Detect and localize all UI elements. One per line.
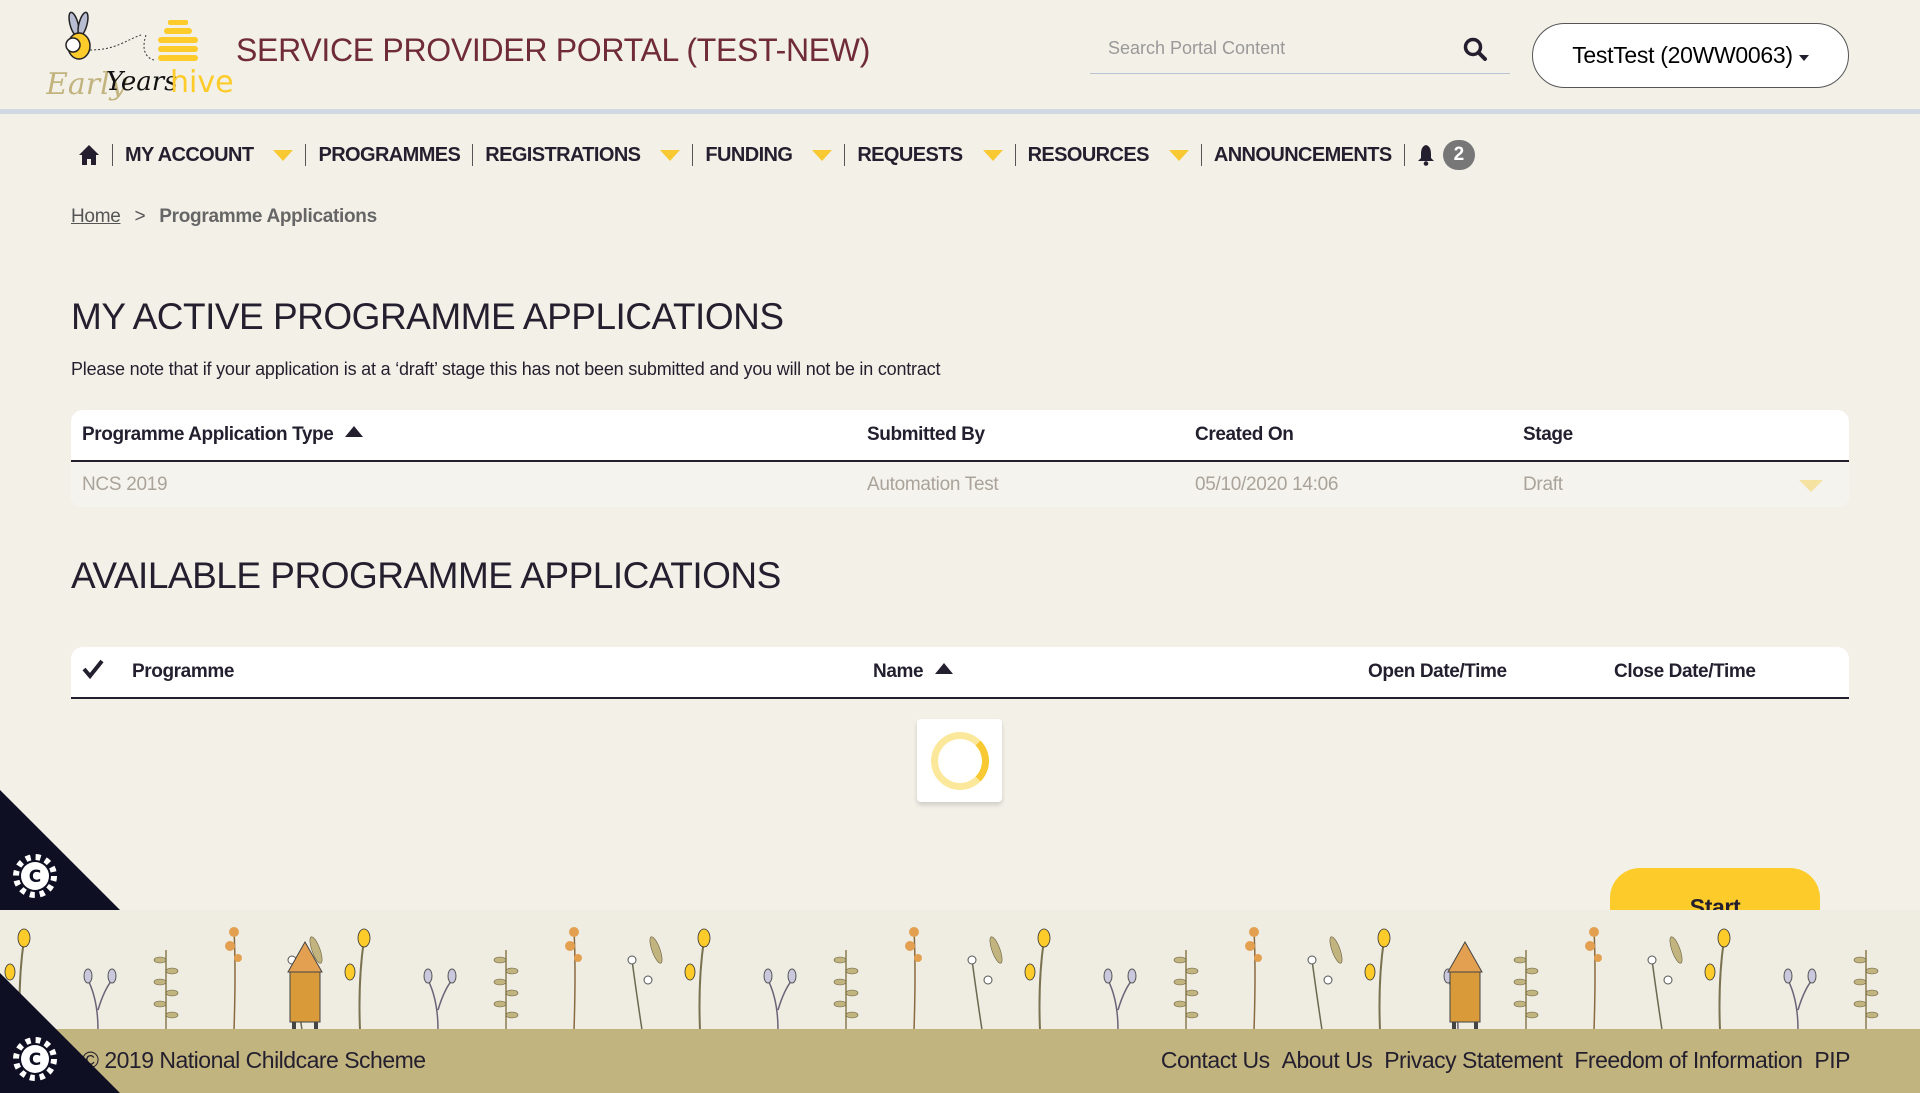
footer-link-privacy[interactable]: Privacy Statement: [1384, 1047, 1563, 1074]
svg-text:C: C: [29, 867, 41, 887]
search-box: [1090, 28, 1510, 74]
nav-label: ANNOUNCEMENTS: [1213, 143, 1392, 166]
column-header-submitted-by[interactable]: Submitted By: [867, 424, 985, 446]
search-input[interactable]: [1090, 28, 1450, 68]
accessibility-gear-icon: C: [13, 854, 57, 898]
accessibility-gear-icon: C: [13, 1037, 57, 1081]
nav-divider: [112, 144, 113, 166]
notification-badge[interactable]: 2: [1442, 140, 1475, 170]
accessibility-toggle[interactable]: C: [0, 790, 120, 910]
nav-divider: [1200, 144, 1202, 166]
row-menu-arrow-icon[interactable]: [1799, 480, 1823, 492]
site-title: SERVICE PROVIDER PORTAL (TEST-NEW): [236, 32, 871, 68]
footer-link-about[interactable]: About Us: [1282, 1047, 1373, 1074]
table-row[interactable]: NCS 2019 Automation Test 05/10/2020 14:0…: [71, 462, 1849, 507]
dropdown-arrow-icon: [812, 149, 833, 161]
active-applications-heading: MY ACTIVE PROGRAMME APPLICATIONS: [71, 296, 784, 337]
column-header-type[interactable]: Programme Application Type: [82, 424, 364, 446]
svg-text:C: C: [29, 1050, 41, 1070]
nav-divider: [472, 144, 474, 166]
header: Early Years hive SERVICE PROVIDER PORTAL…: [0, 0, 1920, 114]
nav-divider: [692, 144, 694, 166]
nav-registrations[interactable]: REGISTRATIONS: [485, 143, 681, 167]
spinner-icon: [930, 731, 989, 790]
svg-text:hive: hive: [170, 65, 234, 100]
nav-label: MY ACCOUNT: [125, 143, 254, 166]
column-header-open-date[interactable]: Open Date/Time: [1368, 661, 1507, 683]
nav-label: PROGRAMMES: [318, 143, 461, 166]
cell-type: NCS 2019: [82, 473, 168, 495]
select-all-check-icon[interactable]: [82, 659, 104, 685]
accessibility-toggle-secondary[interactable]: C: [0, 973, 120, 1093]
nav-requests[interactable]: REQUESTS: [857, 143, 1003, 167]
dropdown-arrow-icon: [660, 149, 681, 161]
draft-note: Please note that if your application is …: [71, 359, 941, 379]
nav-label: REGISTRATIONS: [485, 143, 641, 166]
copyright: © 2019 National Childcare Scheme: [82, 1047, 426, 1073]
active-applications-table: Programme Application Type Submitted By …: [71, 410, 1849, 507]
nav-label: REQUESTS: [857, 143, 963, 166]
nav-divider: [1014, 144, 1016, 166]
footer-link-contact[interactable]: Contact Us: [1161, 1047, 1270, 1074]
search-icon[interactable]: [1462, 36, 1488, 62]
nav-label: RESOURCES: [1027, 143, 1150, 166]
table-header: Programme Application Type Submitted By …: [71, 410, 1849, 462]
flower-decoration: [0, 910, 1920, 1030]
nav-my-account[interactable]: MY ACCOUNT: [125, 143, 294, 167]
nav-resources[interactable]: RESOURCES: [1028, 144, 1189, 167]
breadcrumb: Home > Programme Applications: [71, 206, 377, 228]
cell-stage: Draft: [1523, 473, 1563, 495]
column-header-stage[interactable]: Stage: [1523, 424, 1573, 446]
footer-links: Contact Us About Us Privacy Statement Fr…: [1161, 1047, 1851, 1074]
loading-indicator: [917, 719, 1002, 802]
nav-label: FUNDING: [705, 143, 793, 166]
table-header: Programme Name Open Date/Time Close Date…: [71, 647, 1849, 699]
svg-text:Years: Years: [106, 67, 178, 97]
caret-down-icon: [1798, 54, 1809, 61]
column-header-name[interactable]: Name: [873, 661, 954, 683]
nav-programmes[interactable]: PROGRAMMES: [318, 144, 460, 167]
dropdown-arrow-icon: [982, 149, 1003, 161]
column-header-close-date[interactable]: Close Date/Time: [1614, 661, 1756, 683]
bell-icon[interactable]: [1417, 144, 1435, 166]
nav-divider: [844, 144, 846, 166]
column-header-created-on[interactable]: Created On: [1195, 424, 1294, 446]
footer-link-foi[interactable]: Freedom of Information: [1574, 1047, 1803, 1074]
home-icon[interactable]: [78, 144, 100, 166]
dropdown-arrow-icon: [1168, 149, 1189, 161]
breadcrumb-home-link[interactable]: Home: [71, 206, 121, 228]
main-nav: MY ACCOUNT PROGRAMMES REGISTRATIONS FUND…: [78, 140, 1475, 170]
user-menu-label: TestTest (20WW0063): [1572, 42, 1793, 68]
nav-divider: [305, 144, 307, 166]
sort-ascending-icon: [935, 663, 954, 674]
nav-funding[interactable]: FUNDING: [705, 143, 833, 167]
available-applications-heading: AVAILABLE PROGRAMME APPLICATIONS: [71, 555, 781, 596]
footer-link-pip[interactable]: PIP: [1814, 1047, 1850, 1074]
sort-ascending-icon: [345, 426, 364, 437]
dropdown-arrow-icon: [273, 149, 294, 161]
footer: © 2019 National Childcare Scheme Contact…: [0, 1029, 1920, 1093]
breadcrumb-separator: >: [134, 206, 146, 227]
column-header-programme[interactable]: Programme: [132, 661, 234, 683]
available-applications-table: Programme Name Open Date/Time Close Date…: [71, 647, 1849, 699]
nav-announcements[interactable]: ANNOUNCEMENTS: [1214, 144, 1392, 167]
breadcrumb-current: Programme Applications: [159, 206, 377, 227]
column-label: Programme Application Type: [82, 424, 334, 445]
cell-created-on: 05/10/2020 14:06: [1195, 473, 1339, 495]
column-label: Name: [873, 661, 924, 682]
cell-submitted-by: Automation Test: [867, 473, 999, 495]
early-years-hive-logo[interactable]: Early Years hive: [46, 10, 236, 102]
user-menu-button[interactable]: TestTest (20WW0063): [1532, 23, 1849, 88]
nav-divider: [1403, 144, 1405, 166]
